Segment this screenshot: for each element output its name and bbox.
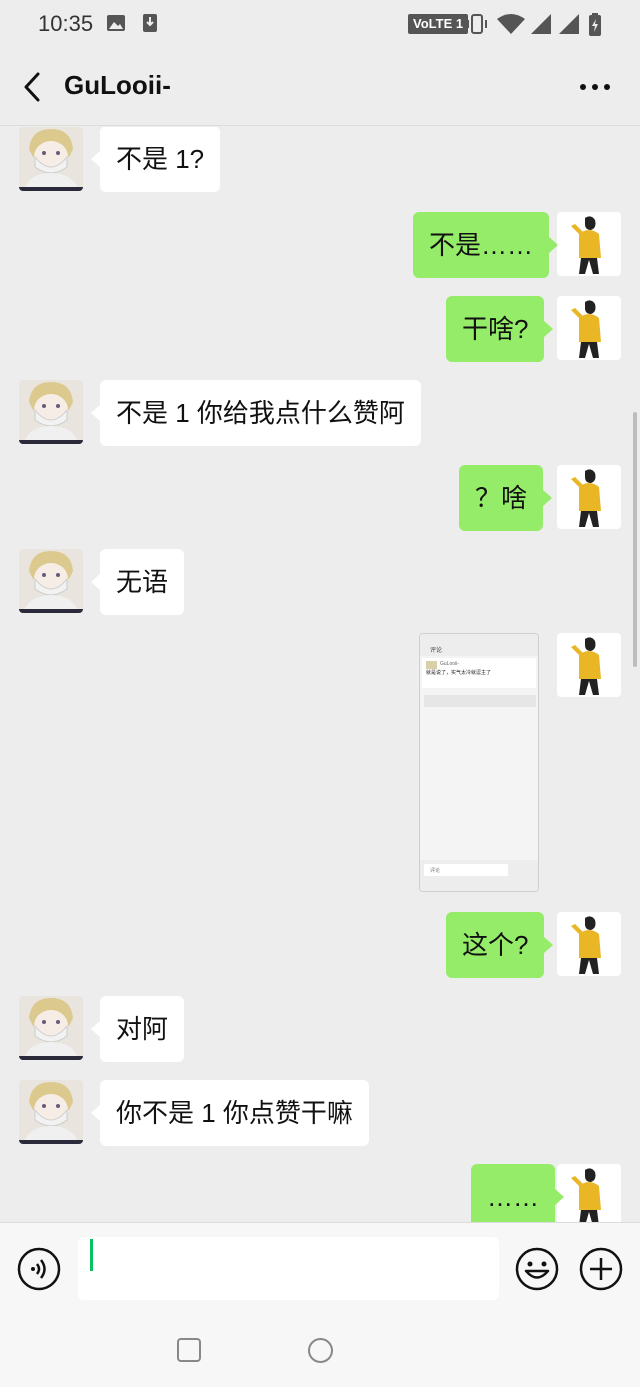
message-image-screenshot[interactable]: 评论 GuLooii- 就是说了，实气太冷就逗主了 评论 [419, 633, 539, 892]
thumb-avatar [426, 661, 437, 669]
my-avatar[interactable] [557, 296, 621, 360]
battery-icon [589, 13, 601, 36]
message-bubble-received[interactable]: 无语 [90, 549, 185, 615]
message-bubble-received[interactable]: 不是 1? [90, 127, 221, 192]
signal-icon [531, 14, 551, 34]
my-avatar-image [557, 296, 621, 360]
my-avatar[interactable] [557, 212, 621, 276]
message-bubble-received[interactable]: 对阿 [90, 996, 185, 1062]
emoji-icon[interactable] [514, 1246, 560, 1292]
contact-avatar-image [19, 996, 83, 1060]
thumb-bottom: 评论 [420, 860, 538, 891]
image-icon [107, 15, 125, 31]
contact-avatar[interactable] [19, 127, 83, 191]
volte-badge: VoLTE 1 [408, 14, 469, 34]
my-avatar-image [557, 212, 621, 276]
message-bubble-sent[interactable]: ？啥 [459, 465, 553, 531]
status-bar: 10:35 VoLTE 1 [0, 0, 640, 48]
system-nav-bar [0, 1314, 640, 1387]
signal-icon-2 [559, 14, 579, 34]
thumb-input-text: 评论 [430, 868, 441, 874]
my-avatar-image [557, 912, 621, 976]
message-bubble-sent[interactable]: 不是…… [413, 212, 559, 278]
message-bubble-sent[interactable]: …… [471, 1164, 564, 1222]
thumb-header: 评论 [420, 634, 538, 656]
my-avatar[interactable] [557, 465, 621, 529]
my-avatar-image [557, 465, 621, 529]
thumb-like-bar [424, 695, 536, 707]
back-chevron-icon[interactable] [18, 68, 48, 106]
contact-avatar-image [19, 380, 83, 444]
download-icon [143, 14, 157, 32]
my-avatar[interactable] [557, 912, 621, 976]
my-avatar[interactable] [557, 1164, 621, 1222]
thumb-comment-card: GuLooii- 就是说了，实气太冷就逗主了 [422, 658, 536, 688]
recents-button[interactable] [177, 1338, 201, 1362]
contact-avatar[interactable] [19, 380, 83, 444]
message-bubble-sent[interactable]: 干啥? [446, 296, 554, 362]
wifi-icon [497, 14, 525, 34]
thumb-input: 评论 [424, 864, 508, 876]
contact-avatar-image [19, 1080, 83, 1144]
contact-avatar-image [19, 549, 83, 613]
thumb-text: 就是说了，实气太冷就逗主了 [426, 670, 492, 676]
contact-avatar[interactable] [19, 549, 83, 613]
my-avatar-image [557, 633, 621, 697]
chat-header: GuLooii- [0, 48, 640, 126]
input-bar [0, 1222, 640, 1314]
contact-avatar-image [19, 127, 83, 191]
my-avatar[interactable] [557, 633, 621, 697]
message-bubble-sent[interactable]: 这个? [446, 912, 554, 978]
thumb-name: GuLooii- [440, 661, 459, 667]
message-bubble-received[interactable]: 不是 1 你给我点什么赞阿 [91, 380, 421, 446]
chat-area[interactable]: 不是 1? 不是…… 干啥? 不是 1 你给我点什么赞阿 ？啥 无语 评论 Gu… [0, 127, 640, 1222]
plus-icon[interactable] [578, 1246, 624, 1292]
contact-avatar[interactable] [19, 1080, 83, 1144]
contact-avatar[interactable] [19, 996, 83, 1060]
home-button[interactable] [308, 1338, 333, 1363]
more-icon[interactable] [574, 74, 616, 100]
my-avatar-image [557, 1164, 621, 1222]
chat-scrollbar[interactable] [633, 412, 637, 667]
status-time: 10:35 [38, 11, 94, 36]
message-bubble-received[interactable]: 你不是 1 你点赞干嘛 [91, 1080, 369, 1146]
chat-title: GuLooii- [64, 70, 171, 100]
vibrate-icon [467, 14, 487, 34]
thumb-title: 评论 [430, 648, 443, 654]
message-input[interactable] [78, 1237, 499, 1300]
voice-icon[interactable] [16, 1246, 62, 1292]
text-cursor [90, 1239, 93, 1271]
